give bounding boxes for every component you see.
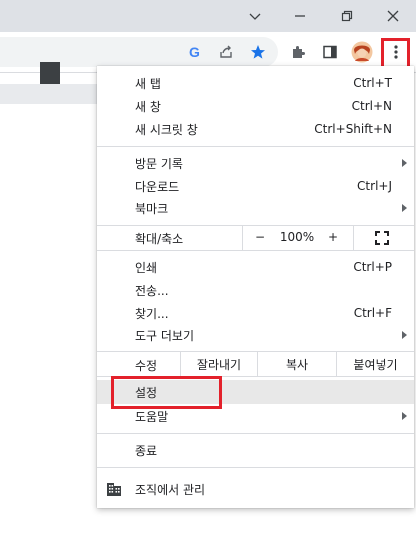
menu-divider xyxy=(97,467,414,468)
zoom-divider xyxy=(242,226,243,250)
menu-label: 도움말 xyxy=(135,409,169,424)
edit-label: 수정 xyxy=(135,359,158,373)
fullscreen-icon xyxy=(375,231,389,245)
menu-item-print[interactable]: 인쇄 Ctrl+P xyxy=(97,256,414,278)
close-button[interactable] xyxy=(370,0,416,32)
submenu-arrow-icon xyxy=(402,159,407,167)
settings-highlight-box xyxy=(111,376,222,409)
menu-item-bookmarks[interactable]: 북마크 xyxy=(97,197,414,219)
chevron-down-icon xyxy=(249,13,261,20)
copy-button[interactable]: 복사 xyxy=(258,352,336,376)
menu-item-downloads[interactable]: 다운로드 Ctrl+J xyxy=(97,175,414,197)
menu-label: 방문 기록 xyxy=(135,156,183,171)
restore-icon xyxy=(341,10,353,22)
menu-label: 다운로드 xyxy=(135,179,180,194)
menu-divider xyxy=(97,250,414,251)
svg-text:G: G xyxy=(189,44,200,60)
submenu-arrow-icon xyxy=(402,331,407,339)
minimize-window-button[interactable] xyxy=(277,0,323,32)
menu-item-new-tab[interactable]: 새 탭 Ctrl+T xyxy=(97,72,414,94)
zoom-value: 100% xyxy=(279,230,315,244)
menu-item-incognito[interactable]: 새 시크릿 창 Ctrl+Shift+N xyxy=(97,118,414,140)
cut-button[interactable]: 잘라내기 xyxy=(181,352,257,376)
menu-label: 새 시크릿 창 xyxy=(135,122,198,137)
page-content-strip xyxy=(0,84,100,104)
menu-item-new-window[interactable]: 새 창 Ctrl+N xyxy=(97,95,414,117)
menu-label: 조직에서 관리 xyxy=(135,482,206,497)
title-bar xyxy=(0,0,416,32)
menu-label: 인쇄 xyxy=(135,260,158,275)
zoom-out-button[interactable]: − xyxy=(253,230,267,244)
google-icon[interactable]: G xyxy=(183,40,207,64)
menu-label: 도구 더보기 xyxy=(135,328,195,343)
building-icon xyxy=(106,481,122,497)
edit-row: 수정 잘라내기 복사 붙여넣기 xyxy=(97,352,414,376)
page-content-block xyxy=(40,62,60,84)
menu-divider xyxy=(97,433,414,434)
fullscreen-button[interactable] xyxy=(375,231,389,245)
avatar[interactable] xyxy=(350,40,374,64)
menu-shortcut: Ctrl+T xyxy=(353,76,392,90)
zoom-in-button[interactable]: + xyxy=(326,230,340,244)
submenu-arrow-icon xyxy=(402,204,407,212)
submenu-arrow-icon xyxy=(402,412,407,420)
menu-shortcut: Ctrl+F xyxy=(353,306,392,320)
restore-button[interactable] xyxy=(324,0,370,32)
menu-shortcut: Ctrl+P xyxy=(353,260,392,274)
menu-shortcut: Ctrl+J xyxy=(357,179,392,193)
menu-item-managed[interactable]: 조직에서 관리 xyxy=(97,478,414,500)
chrome-main-menu: 새 탭 Ctrl+T 새 창 Ctrl+N 새 시크릿 창 Ctrl+Shift… xyxy=(97,66,414,508)
kebab-highlight-box xyxy=(381,38,410,69)
bookmark-star-icon[interactable] xyxy=(246,40,270,64)
menu-item-history[interactable]: 방문 기록 xyxy=(97,152,414,174)
menu-item-find[interactable]: 찾기... Ctrl+F xyxy=(97,302,414,324)
zoom-row: 확대/축소 − 100% + xyxy=(97,226,414,250)
menu-divider xyxy=(97,146,414,147)
menu-label: 찾기... xyxy=(135,306,169,321)
menu-shortcut: Ctrl+Shift+N xyxy=(314,122,392,136)
menu-label: 전송... xyxy=(135,283,169,298)
menu-item-more-tools[interactable]: 도구 더보기 xyxy=(97,324,414,346)
menu-shortcut: Ctrl+N xyxy=(351,99,392,113)
minimize-button[interactable] xyxy=(232,0,278,32)
menu-label: 새 창 xyxy=(135,99,161,114)
zoom-divider xyxy=(353,226,354,250)
menu-label: 새 탭 xyxy=(135,76,161,91)
share-icon[interactable] xyxy=(214,40,238,64)
paste-button[interactable]: 붙여넣기 xyxy=(337,352,414,376)
menu-label: 북마크 xyxy=(135,201,169,216)
extensions-icon[interactable] xyxy=(286,40,310,64)
zoom-label: 확대/축소 xyxy=(135,232,184,246)
side-panel-icon[interactable] xyxy=(318,40,342,64)
close-icon xyxy=(387,10,399,22)
menu-item-cast[interactable]: 전송... xyxy=(97,279,414,301)
minimize-icon xyxy=(295,15,305,17)
menu-item-exit[interactable]: 종료 xyxy=(97,439,414,461)
menu-label: 종료 xyxy=(135,443,158,458)
